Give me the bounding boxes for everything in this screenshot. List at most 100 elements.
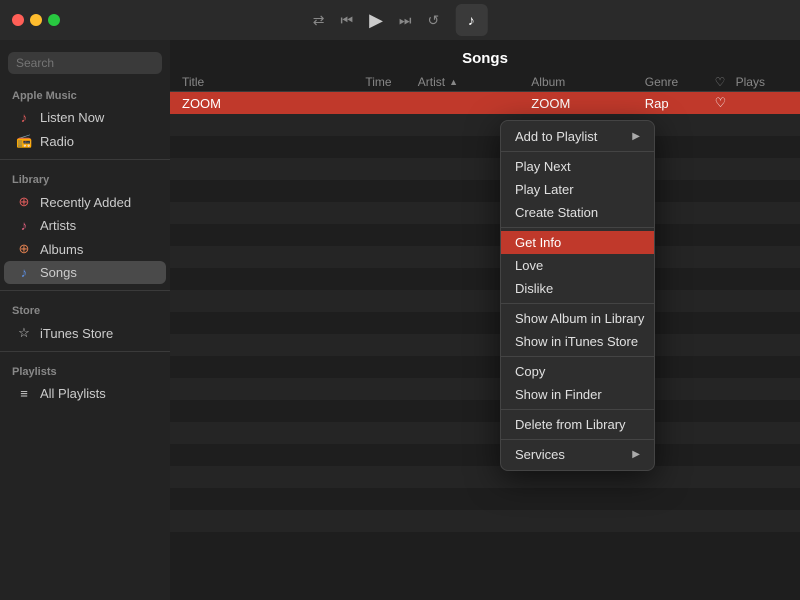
maximize-button[interactable] (48, 14, 60, 26)
sidebar-item-label: Songs (40, 265, 77, 280)
row-album: ZOOM (531, 96, 645, 111)
sidebar-item-label: Albums (40, 242, 83, 257)
sidebar-divider-2 (0, 290, 170, 291)
menu-item-show-in-itunes-store[interactable]: Show in iTunes Store (501, 330, 654, 353)
table-row[interactable] (170, 114, 800, 136)
menu-item-play-later[interactable]: Play Later (501, 178, 654, 201)
sidebar-section-library: Library (0, 166, 170, 190)
table-header: Title Time Artist ▲ Album Genre ♡ Plays (170, 73, 800, 92)
menu-item-delete-from-library[interactable]: Delete from Library (501, 413, 654, 436)
sidebar-divider-3 (0, 351, 170, 352)
playback-controls: ⇄ ⏮ ▶ ⏭ ↺ ♪ (313, 4, 488, 36)
sidebar: Apple Music ♪ Listen Now 📻 Radio Library… (0, 40, 170, 600)
table-row[interactable] (170, 268, 800, 290)
repeat-button[interactable]: ↺ (428, 12, 440, 29)
menu-label: Dislike (515, 281, 553, 296)
menu-item-show-album-in-library[interactable]: Show Album in Library (501, 307, 654, 330)
col-header-heart: ♡ (715, 75, 736, 89)
content-area: Songs Title Time Artist ▲ Album Genre ♡ … (170, 40, 800, 600)
menu-item-add-to-playlist[interactable]: Add to Playlist ▶ (501, 125, 654, 148)
table-row[interactable] (170, 202, 800, 224)
sidebar-divider-1 (0, 159, 170, 160)
menu-divider (501, 356, 654, 357)
table-row[interactable] (170, 224, 800, 246)
table-row[interactable] (170, 334, 800, 356)
menu-item-show-in-finder[interactable]: Show in Finder (501, 383, 654, 406)
menu-item-services[interactable]: Services ▶ (501, 443, 654, 466)
artists-icon: ♪ (16, 218, 32, 233)
table-row[interactable] (170, 400, 800, 422)
sidebar-item-recently-added[interactable]: ⊕ Recently Added (4, 190, 166, 214)
menu-divider (501, 151, 654, 152)
sidebar-item-albums[interactable]: ⊕ Albums (4, 237, 166, 261)
menu-divider (501, 227, 654, 228)
previous-button[interactable]: ⏮ (340, 12, 353, 29)
sidebar-item-songs[interactable]: ♪ Songs (4, 261, 166, 284)
minimize-button[interactable] (30, 14, 42, 26)
table-row[interactable] (170, 136, 800, 158)
context-menu: Add to Playlist ▶ Play Next Play Later C… (500, 120, 655, 471)
menu-item-love[interactable]: Love (501, 254, 654, 277)
menu-label: Get Info (515, 235, 561, 250)
traffic-lights (12, 14, 60, 26)
table-row[interactable] (170, 488, 800, 510)
menu-label: Love (515, 258, 543, 273)
menu-label: Services (515, 447, 565, 462)
menu-label: Play Later (515, 182, 574, 197)
menu-label: Delete from Library (515, 417, 626, 432)
menu-divider (501, 303, 654, 304)
table-row[interactable] (170, 246, 800, 268)
table-row[interactable] (170, 158, 800, 180)
sidebar-item-label: Artists (40, 218, 76, 233)
menu-item-copy[interactable]: Copy (501, 360, 654, 383)
menu-label: Show in iTunes Store (515, 334, 638, 349)
submenu-arrow-icon: ▶ (632, 449, 640, 460)
table-row[interactable] (170, 466, 800, 488)
sidebar-section-playlists: Playlists (0, 358, 170, 382)
sidebar-item-radio[interactable]: 📻 Radio (4, 129, 166, 153)
menu-label: Play Next (515, 159, 571, 174)
page-title: Songs (170, 40, 800, 73)
music-icon-box: ♪ (455, 4, 487, 36)
menu-item-play-next[interactable]: Play Next (501, 155, 654, 178)
shuffle-button[interactable]: ⇄ (313, 12, 325, 29)
albums-icon: ⊕ (16, 241, 32, 257)
sidebar-item-label: All Playlists (40, 386, 106, 401)
sidebar-item-listen-now[interactable]: ♪ Listen Now (4, 106, 166, 129)
play-button[interactable]: ▶ (369, 10, 383, 31)
col-header-plays: Plays (736, 75, 788, 89)
table-row[interactable] (170, 356, 800, 378)
sidebar-item-label: Radio (40, 134, 74, 149)
col-header-genre: Genre (645, 75, 715, 89)
sidebar-item-label: Recently Added (40, 195, 131, 210)
sidebar-item-itunes-store[interactable]: ☆ iTunes Store (4, 321, 166, 345)
row-title: ZOOM (182, 96, 339, 111)
table-row[interactable] (170, 444, 800, 466)
table-row[interactable]: ZOOM ZOOM Rap ♡ (170, 92, 800, 114)
col-header-artist: Artist ▲ (418, 75, 532, 89)
artist-label: Artist (418, 75, 445, 89)
col-header-title: Title (182, 75, 339, 89)
sidebar-section-apple-music: Apple Music (0, 82, 170, 106)
table-row[interactable] (170, 312, 800, 334)
table-row[interactable] (170, 378, 800, 400)
sort-arrow-icon: ▲ (449, 77, 458, 87)
music-note-icon: ♪ (468, 12, 475, 28)
listen-now-icon: ♪ (16, 110, 32, 125)
table-row[interactable] (170, 180, 800, 202)
menu-item-get-info[interactable]: Get Info (501, 231, 654, 254)
menu-item-create-station[interactable]: Create Station (501, 201, 654, 224)
sidebar-item-all-playlists[interactable]: ≡ All Playlists (4, 382, 166, 405)
table-row[interactable] (170, 422, 800, 444)
recently-added-icon: ⊕ (16, 194, 32, 210)
sidebar-item-artists[interactable]: ♪ Artists (4, 214, 166, 237)
sidebar-section-store: Store (0, 297, 170, 321)
menu-label: Show Album in Library (515, 311, 644, 326)
table-row[interactable] (170, 290, 800, 312)
next-button[interactable]: ⏭ (399, 12, 412, 29)
table-row[interactable] (170, 510, 800, 532)
menu-divider (501, 409, 654, 410)
menu-item-dislike[interactable]: Dislike (501, 277, 654, 300)
search-input[interactable] (8, 52, 162, 74)
close-button[interactable] (12, 14, 24, 26)
